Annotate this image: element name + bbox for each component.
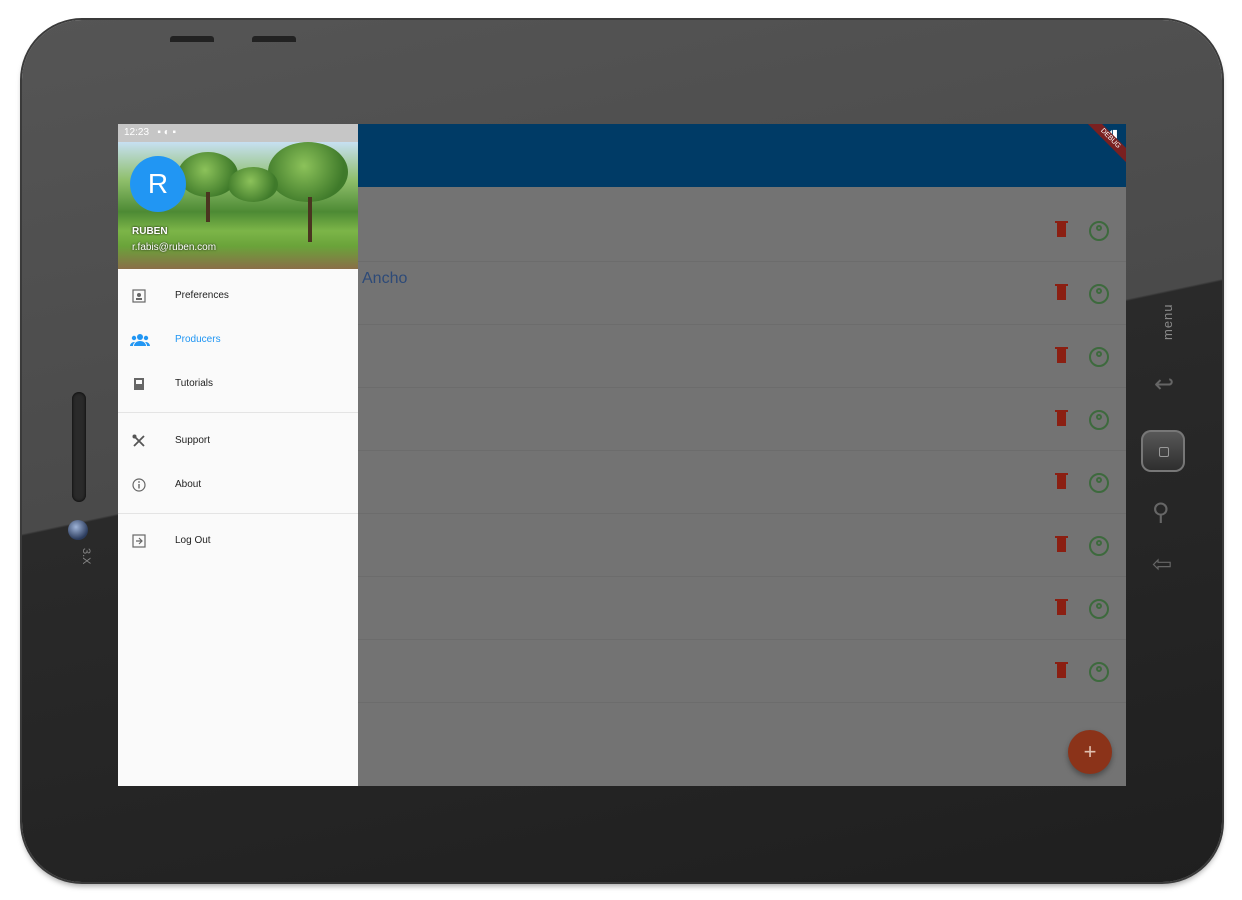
camera-icon	[68, 520, 88, 540]
debug-ribbon: DEBUG	[1085, 124, 1126, 164]
drawer-item-label: Preferences	[175, 290, 229, 301]
book-icon	[134, 378, 144, 390]
drawer-item-about[interactable]: About	[118, 466, 358, 506]
list-item[interactable]	[358, 199, 1126, 262]
logout-icon	[132, 534, 146, 548]
list-item[interactable]	[358, 640, 1126, 703]
people-icon	[130, 334, 150, 346]
account-circle-icon[interactable]	[1089, 221, 1109, 241]
delete-icon[interactable]	[1055, 536, 1068, 552]
account-circle-icon[interactable]	[1089, 599, 1109, 619]
producer-list: Ancho	[358, 199, 1126, 703]
avatar[interactable]: R	[130, 156, 186, 212]
account-circle-icon[interactable]	[1089, 410, 1109, 430]
volume-button[interactable]	[252, 36, 296, 42]
hw-back-icon[interactable]: ⇦	[1152, 550, 1172, 579]
list-item[interactable]	[358, 577, 1126, 640]
status-bar: 12:23 ▪ ◐ ▪	[118, 124, 358, 142]
delete-icon[interactable]	[1055, 221, 1068, 237]
drawer-item-preferences[interactable]: Preferences	[118, 277, 358, 317]
list-item[interactable]	[358, 325, 1126, 388]
drawer-item-label: Log Out	[175, 535, 211, 546]
hw-home-button[interactable]	[1141, 430, 1185, 472]
drawer-item-producers[interactable]: Producers	[118, 321, 358, 361]
account-circle-icon[interactable]	[1089, 347, 1109, 367]
drawer-header: R RUBEN r.fabis@ruben.com	[118, 142, 358, 269]
info-icon	[132, 478, 146, 492]
account-circle-icon[interactable]	[1089, 473, 1109, 493]
drawer-divider	[118, 412, 358, 413]
drawer-item-label: About	[175, 479, 202, 490]
delete-icon[interactable]	[1055, 347, 1068, 363]
account-circle-icon[interactable]	[1089, 662, 1109, 682]
zoom-label: 3.X	[80, 548, 92, 565]
drawer-item-label: Tutorials	[175, 378, 213, 389]
account-circle-icon[interactable]	[1089, 284, 1109, 304]
menu-label: menu	[1160, 303, 1175, 340]
account-email: r.fabis@ruben.com	[132, 242, 217, 253]
list-item[interactable]: Ancho	[358, 262, 1126, 325]
account-circle-icon[interactable]	[1089, 536, 1109, 556]
list-item-label: Ancho	[362, 270, 408, 287]
delete-icon[interactable]	[1055, 410, 1068, 426]
delete-icon[interactable]	[1055, 599, 1068, 615]
delete-icon[interactable]	[1055, 662, 1068, 678]
add-fab-button[interactable]: +	[1068, 730, 1112, 774]
list-item[interactable]	[358, 388, 1126, 451]
hw-search-icon[interactable]: ⚲	[1152, 498, 1170, 527]
status-notification-icons: ▪ ◐ ▪	[151, 127, 177, 138]
power-button[interactable]	[170, 36, 214, 42]
navigation-drawer: 12:23 ▪ ◐ ▪ R RUBEN r.fabis@ruben.com Pr…	[118, 124, 358, 786]
drawer-item-tutorials[interactable]: Tutorials	[118, 365, 358, 405]
list-item[interactable]	[358, 451, 1126, 514]
drawer-item-logout[interactable]: Log Out	[118, 522, 358, 562]
delete-icon[interactable]	[1055, 284, 1068, 300]
account-name: RUBEN	[132, 226, 168, 237]
tools-icon	[132, 434, 145, 447]
drawer-item-label: Producers	[175, 334, 221, 345]
delete-icon[interactable]	[1055, 473, 1068, 489]
list-item[interactable]	[358, 514, 1126, 577]
drawer-divider	[118, 513, 358, 514]
drawer-item-label: Support	[175, 435, 211, 446]
account-box-icon	[132, 289, 146, 303]
hw-back-return-icon[interactable]: ↩	[1154, 370, 1174, 399]
drawer-item-support[interactable]: Support	[118, 422, 358, 462]
screen: ▾◢▮ DEBUG Ancho	[118, 124, 1126, 786]
status-time: 12:23	[124, 127, 150, 138]
speaker-grille	[72, 392, 86, 502]
